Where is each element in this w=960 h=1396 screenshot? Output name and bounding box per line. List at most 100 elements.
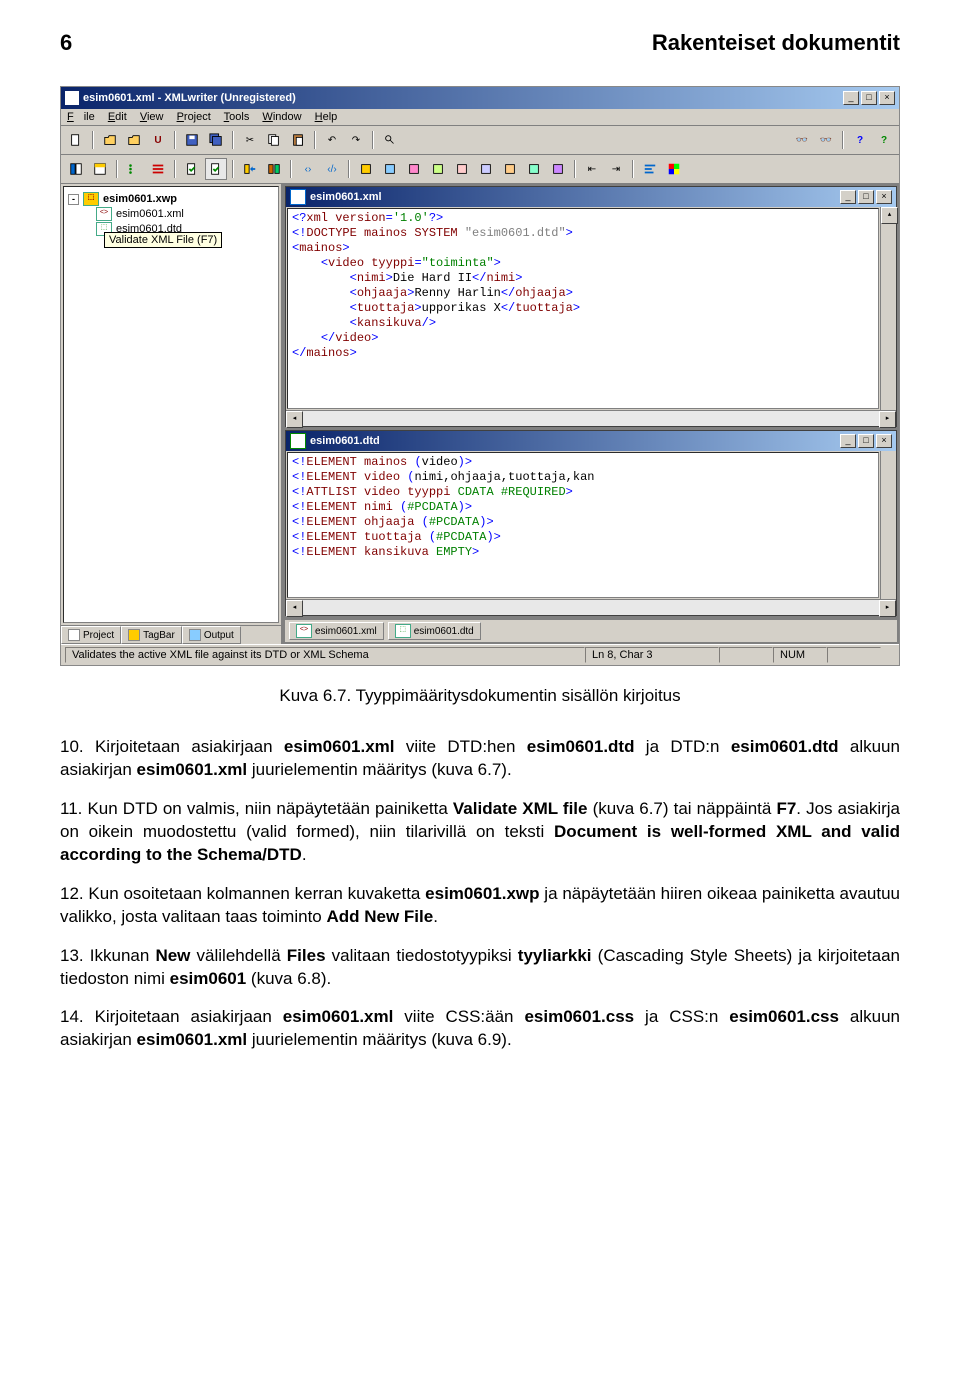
elem-icon-5[interactable]: [451, 158, 473, 180]
xml-editor-window: esim0601.xml _ □ × <?xml version='1.0'?>…: [285, 186, 897, 427]
vertical-scrollbar[interactable]: [880, 451, 896, 599]
elem-icon-2[interactable]: [379, 158, 401, 180]
tree-root-label: esim0601.xwp: [103, 193, 177, 205]
doc-tab-dtd[interactable]: ⬚esim0601.dtd: [388, 622, 481, 640]
redo-icon[interactable]: ↷: [345, 129, 367, 151]
output-tab-icon: [189, 629, 201, 641]
undo-icon[interactable]: ↶: [321, 129, 343, 151]
body-text: 10. Kirjoitetaan asiakirjaan esim0601.xm…: [60, 736, 900, 1052]
menu-tools[interactable]: Tools: [224, 111, 250, 123]
list-icon[interactable]: [147, 158, 169, 180]
page-number: 6: [60, 30, 72, 56]
dtd-editor-window: esim0601.dtd _ □ × <!ELEMENT mainos (vid…: [285, 430, 897, 616]
xml-window-title: esim0601.xml: [310, 191, 838, 203]
panel-icon-1[interactable]: [65, 158, 87, 180]
tag-icon-2[interactable]: ‹/›: [321, 158, 343, 180]
menu-help[interactable]: Help: [315, 111, 338, 123]
xml-window-icon: [290, 189, 306, 205]
paragraph-10: 10. Kirjoitetaan asiakirjaan esim0601.xm…: [60, 736, 900, 782]
tab-tagbar[interactable]: TagBar: [121, 626, 182, 644]
status-message: Validates the active XML file against it…: [65, 647, 585, 663]
menu-edit[interactable]: Edit: [108, 111, 127, 123]
paragraph-11: 11. Kun DTD on valmis, niin näpäytetään …: [60, 798, 900, 867]
project-icon: ⬚: [83, 192, 99, 206]
paragraph-13: 13. Ikkunan New välilehdellä Files valit…: [60, 945, 900, 991]
elem-icon-6[interactable]: [475, 158, 497, 180]
tab-output[interactable]: Output: [182, 626, 241, 644]
child-maximize-button[interactable]: □: [858, 434, 874, 448]
child-minimize-button[interactable]: _: [840, 190, 856, 204]
figure-caption: Kuva 6.7. Tyyppimääritysdokumentin sisäl…: [60, 686, 900, 706]
xml-doc-tab-icon: <>: [296, 624, 312, 638]
child-maximize-button[interactable]: □: [858, 190, 874, 204]
vertical-scrollbar[interactable]: ▴: [880, 207, 896, 410]
status-numlock: NUM: [773, 647, 827, 663]
tagbar-tab-icon: [128, 629, 140, 641]
child-close-button[interactable]: ×: [876, 434, 892, 448]
cut-icon[interactable]: ✂: [239, 129, 261, 151]
url-icon[interactable]: U: [147, 129, 169, 151]
tree-item-label[interactable]: esim0601.xml: [116, 208, 184, 220]
binoculars-icon[interactable]: 👓: [791, 129, 813, 151]
panel-icon-2[interactable]: [89, 158, 111, 180]
help-icon[interactable]: ?: [849, 129, 871, 151]
elem-icon-9[interactable]: [547, 158, 569, 180]
maximize-button[interactable]: □: [861, 91, 877, 105]
open-folder-icon[interactable]: [123, 129, 145, 151]
elem-icon-4[interactable]: [427, 158, 449, 180]
doc-check-icon[interactable]: [181, 158, 203, 180]
open-icon[interactable]: [99, 129, 121, 151]
child-minimize-button[interactable]: _: [840, 434, 856, 448]
new-file-icon[interactable]: [65, 129, 87, 151]
main-toolbar: U ✂ ↶ ↷ 👓 👓 ? ?: [61, 126, 899, 155]
dtd-code-area[interactable]: <!ELEMENT mainos (video)><!ELEMENT video…: [287, 452, 879, 598]
project-tab-icon: [68, 629, 80, 641]
context-help-icon[interactable]: ?: [873, 129, 895, 151]
project-tree[interactable]: - ⬚ esim0601.xwp <> esim0601.xml ⬚ esim0…: [63, 186, 279, 623]
doc-tab-xml[interactable]: <>esim0601.xml: [289, 622, 384, 640]
elem-icon-8[interactable]: [523, 158, 545, 180]
dtd-window-title: esim0601.dtd: [310, 435, 838, 447]
status-bar: Validates the active XML file against it…: [61, 644, 899, 665]
app-titlebar: esim0601.xml - XMLwriter (Unregistered) …: [61, 87, 899, 109]
menu-view[interactable]: View: [140, 111, 164, 123]
menu-project[interactable]: Project: [177, 111, 211, 123]
indent-right-icon[interactable]: ⇥: [605, 158, 627, 180]
elem-icon-7[interactable]: [499, 158, 521, 180]
app-icon: [65, 91, 79, 105]
xml-code-area[interactable]: <?xml version='1.0'?><!DOCTYPE mainos SY…: [287, 208, 879, 409]
save-all-icon[interactable]: [205, 129, 227, 151]
validate-xml-icon[interactable]: [205, 158, 227, 180]
tag-icon-1[interactable]: ‹›: [297, 158, 319, 180]
minimize-button[interactable]: _: [843, 91, 859, 105]
child-close-button[interactable]: ×: [876, 190, 892, 204]
transform-icon[interactable]: [239, 158, 261, 180]
secondary-toolbar: ‹› ‹/› ⇤ ⇥: [61, 155, 899, 184]
horizontal-scrollbar[interactable]: ◂▸: [286, 410, 896, 426]
elem-icon-3[interactable]: [403, 158, 425, 180]
status-position: Ln 8, Char 3: [585, 647, 719, 663]
tab-project[interactable]: Project: [61, 626, 121, 644]
paste-icon[interactable]: [287, 129, 309, 151]
copy-icon[interactable]: [263, 129, 285, 151]
tree-icon[interactable]: [123, 158, 145, 180]
close-button[interactable]: ×: [879, 91, 895, 105]
page-title: Rakenteiset dokumentit: [652, 30, 900, 56]
dtd-doc-tab-icon: ⬚: [395, 624, 411, 638]
binoculars-next-icon[interactable]: 👓: [815, 129, 837, 151]
transform-2-icon[interactable]: [263, 158, 285, 180]
color-icon[interactable]: [663, 158, 685, 180]
elem-icon-1[interactable]: [355, 158, 377, 180]
indent-left-icon[interactable]: ⇤: [581, 158, 603, 180]
xml-file-icon: <>: [96, 207, 112, 221]
app-screenshot: esim0601.xml - XMLwriter (Unregistered) …: [60, 86, 900, 666]
menu-file[interactable]: File: [67, 111, 95, 123]
paragraph-12: 12. Kun osoitetaan kolmannen kerran kuva…: [60, 883, 900, 929]
find-icon[interactable]: [379, 129, 401, 151]
format-icon[interactable]: [639, 158, 661, 180]
menu-window[interactable]: Window: [262, 111, 301, 123]
horizontal-scrollbar[interactable]: ◂▸: [286, 599, 896, 615]
app-title: esim0601.xml - XMLwriter (Unregistered): [83, 92, 841, 104]
menu-bar: File Edit View Project Tools Window Help: [61, 109, 899, 126]
save-icon[interactable]: [181, 129, 203, 151]
